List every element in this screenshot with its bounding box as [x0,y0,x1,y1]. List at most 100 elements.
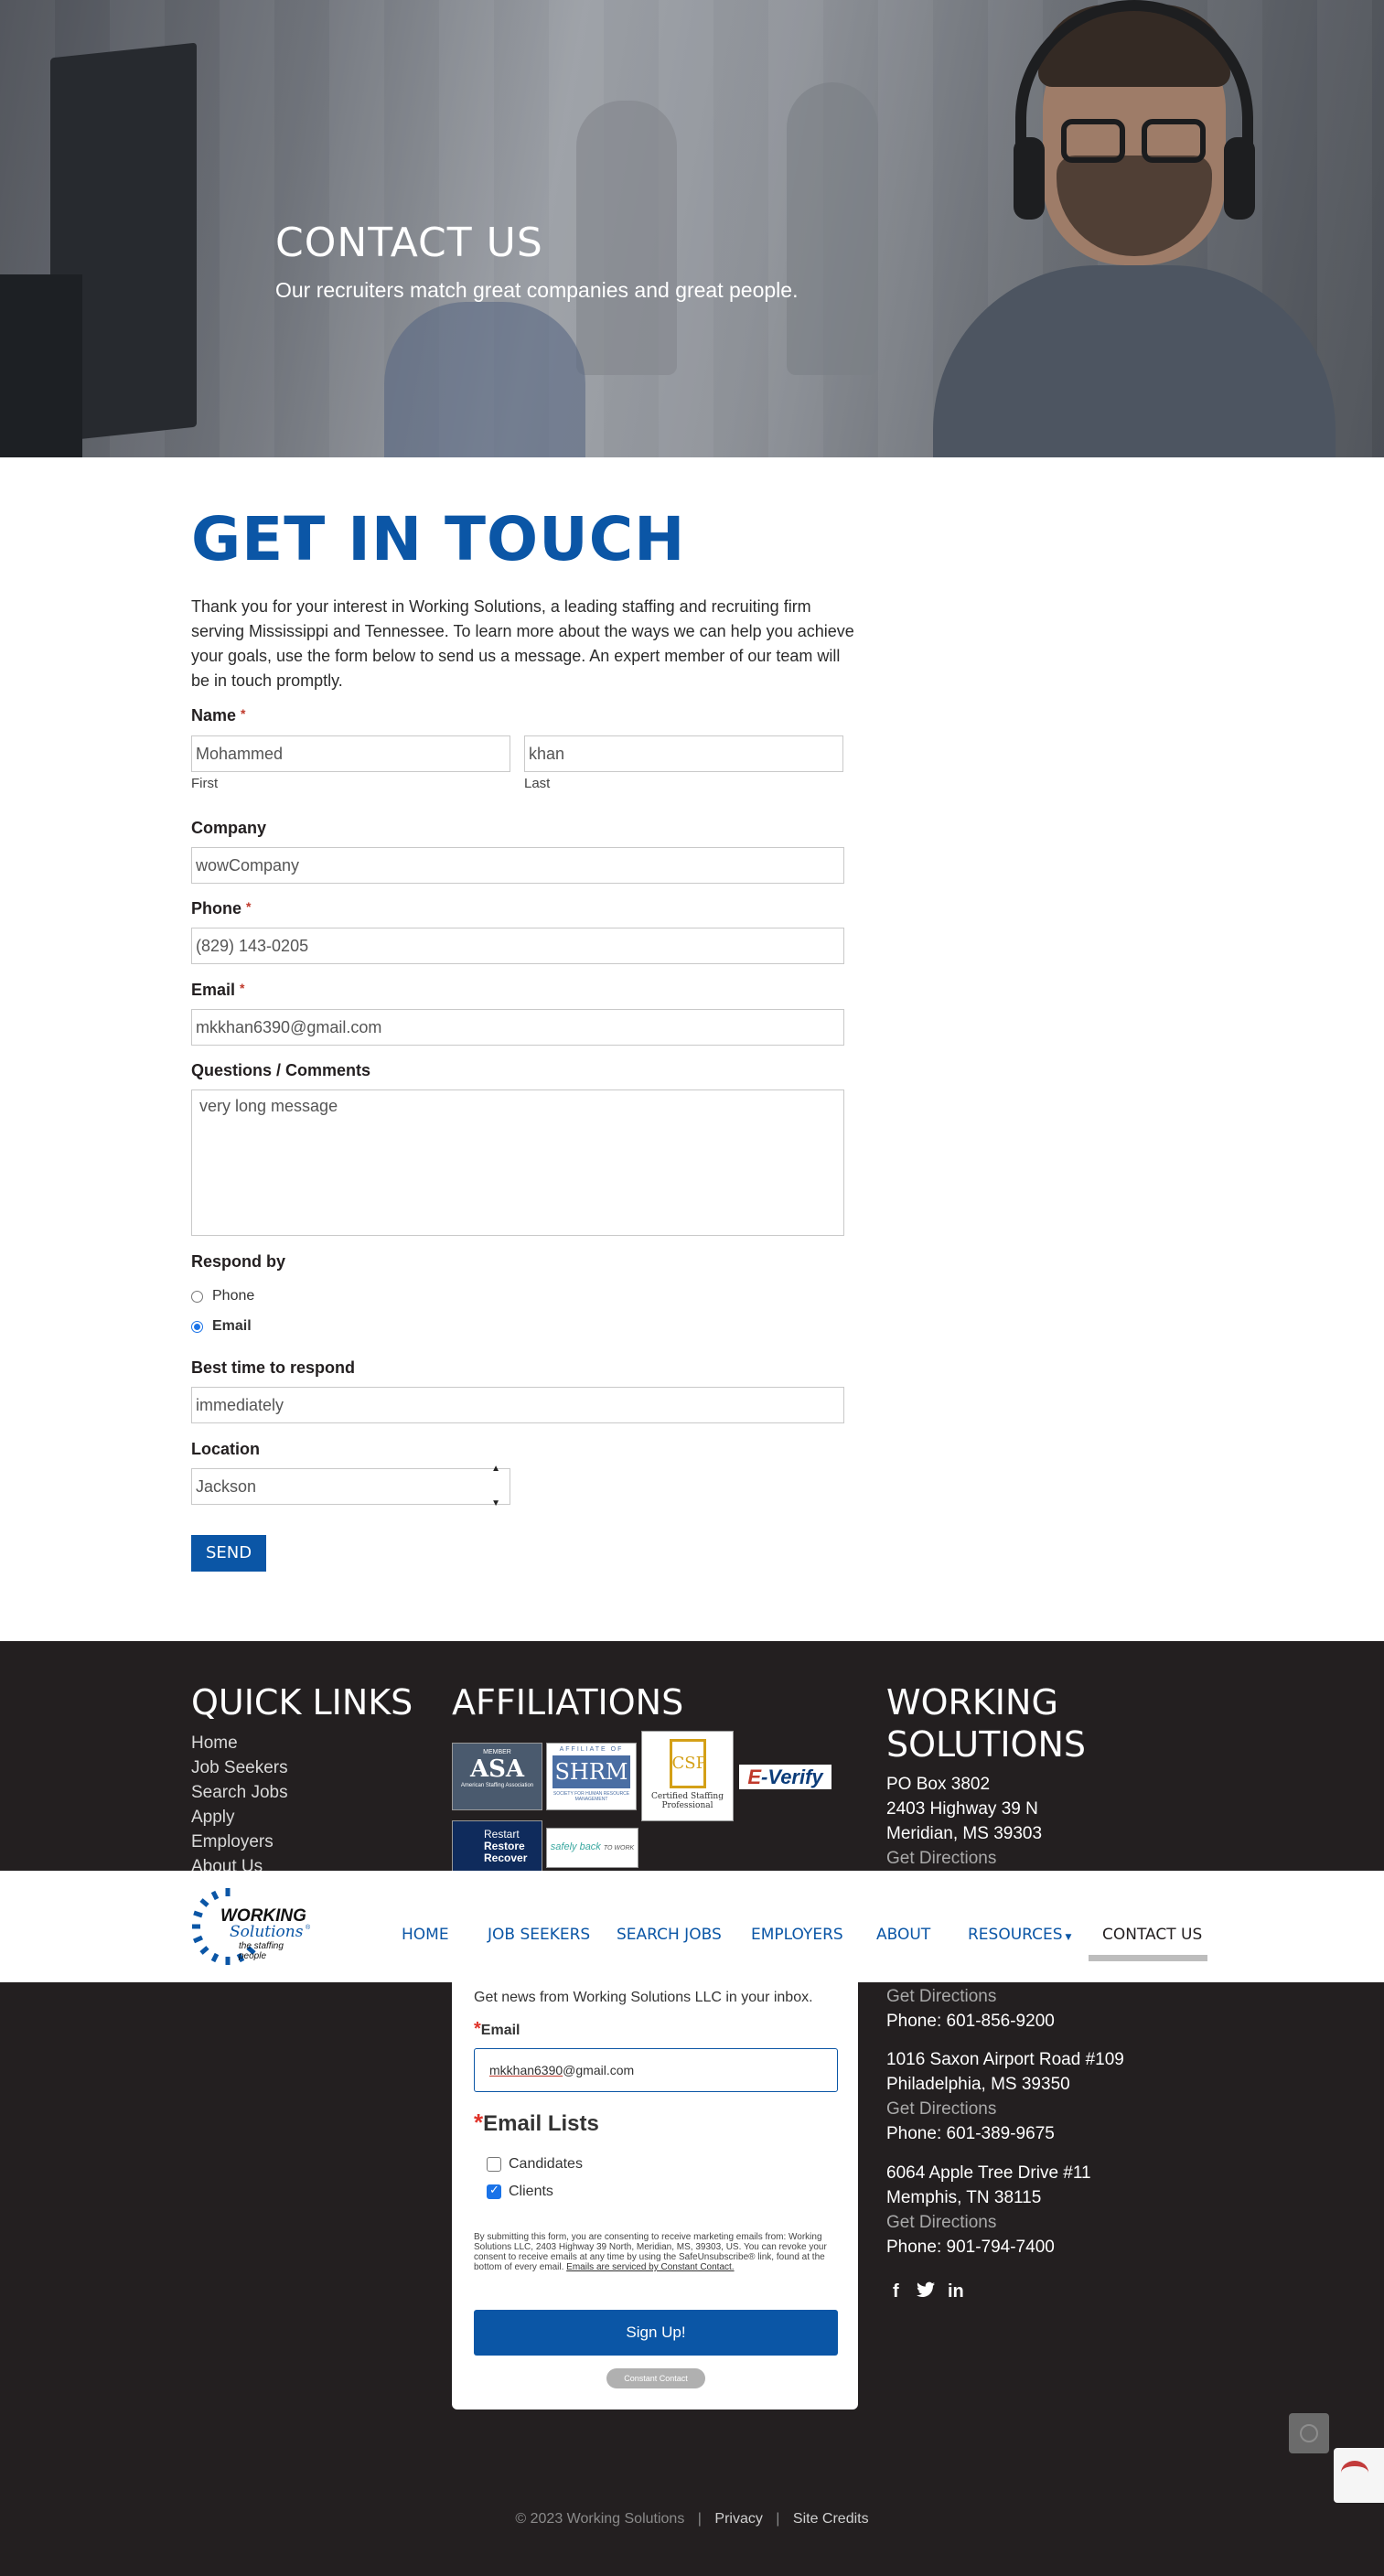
safely-back-to-work-logo[interactable]: safely back TO WORK [546,1828,638,1868]
address-city: Meridian, MS 39303 [886,1824,1043,1843]
nav-job-seekers[interactable]: JOB SEEKERS [488,1926,590,1944]
nav-about[interactable]: ABOUT [876,1926,930,1944]
affiliations-title: AFFILIATIONS [452,1682,684,1723]
radio-checked [191,1320,203,1333]
page-heading: GET IN TOUCH [191,504,686,574]
respond-by-label: Respond by [191,1252,286,1271]
best-time-label: Best time to respond [191,1358,356,1377]
company-field-group: Company wowCompany [191,819,844,884]
twitter-icon[interactable] [917,2281,935,2303]
linkedin-icon[interactable]: in [948,2281,964,2302]
required-asterisk: * [474,2109,484,2136]
sign-up-button[interactable]: Sign Up! [474,2310,838,2356]
last-name-sublabel: Last [524,776,551,791]
nav-home[interactable]: HOME [402,1926,449,1944]
company-title-line2: SOLUTIONS [886,1724,1086,1765]
list-candidates-checkbox[interactable]: Candidates [487,2156,583,2173]
footer-link-apply[interactable]: Apply [191,1808,235,1828]
select-arrows-icon: ▲ ▼ [491,1464,500,1508]
signup-intro: Get news from Working Solutions LLC in y… [474,1990,813,2005]
company-input[interactable]: wowCompany [191,847,844,884]
respond-phone-radio[interactable]: Phone [191,1288,285,1304]
signup-email-label: *Email [474,2019,520,2039]
address-memphis-city: Memphis, TN 38115 [886,2188,1042,2207]
contact-section: GET IN TOUCH Thank you for your interest… [191,457,868,1572]
intro-text: Thank you for your interest in Working S… [191,597,854,690]
asa-member-logo[interactable]: MEMBER ASA American Staffing Association [452,1743,542,1810]
email-field-group: Email * mkkhan6390@gmail.com [191,981,844,1046]
hero-subtitle: Our recruiters match great companies and… [275,278,799,302]
first-name-sublabel: First [191,776,219,791]
nav-contact-us[interactable]: CONTACT US [1102,1926,1202,1944]
respond-by-group: Respond by Phone Email [191,1252,285,1335]
footer-link-home[interactable]: Home [191,1733,238,1754]
last-name-input[interactable]: khan [524,735,843,772]
last-name-group: khan Last [524,735,843,791]
location-group: Location Jackson ▲ ▼ [191,1440,510,1508]
nav-search-jobs[interactable]: SEARCH JOBS [617,1926,722,1944]
footer-link-search-jobs[interactable]: Search Jobs [191,1783,288,1803]
address-memphis-street: 6064 Apple Tree Drive #11 [886,2163,1091,2183]
get-directions-link-meridian[interactable]: Get Directions [886,1846,996,1871]
shrm-affiliate-logo[interactable]: AFFILIATE OF SHRM SOCIETY FOR HUMAN RESO… [546,1743,637,1810]
copyright-bar: © 2023 Working Solutions | Privacy | Sit… [0,2511,1384,2528]
scroll-to-top-button[interactable] [1289,2413,1329,2453]
nav-employers[interactable]: EMPLOYERS [751,1926,843,1944]
email-lists-label: *Email Lists [474,2109,599,2136]
restart-restore-recover-logo[interactable]: Restart Restore Recover [452,1820,542,1873]
email-label: Email * [191,981,245,999]
csp-certified-logo[interactable]: CSP Certified Staffing Professional [641,1731,734,1821]
location-select[interactable]: Jackson ▲ ▼ [191,1464,510,1508]
e-verify-logo[interactable]: E-Verify [739,1765,831,1789]
facebook-icon[interactable]: f [893,2281,899,2302]
location-label: Location [191,1440,260,1458]
footer-link-job-seekers[interactable]: Job Seekers [191,1758,288,1778]
recaptcha-badge[interactable] [1334,2448,1384,2503]
respond-email-radio[interactable]: Email [191,1318,285,1335]
list-clients-checkbox[interactable]: Clients [487,2183,553,2200]
hero-title: CONTACT US [275,220,543,266]
phone-input[interactable]: (829) 143-0205 [191,928,844,964]
nav-resources[interactable]: RESOURCES ▼ [968,1926,1071,1944]
sticky-navbar: WORKING Solutions ® the staffing people … [0,1871,1384,1982]
checkbox-unchecked [487,2157,501,2172]
site-credits-link[interactable]: Site Credits [793,2511,869,2527]
get-directions-link-philadelphia[interactable]: Get Directions [886,2097,996,2121]
signup-email-input[interactable]: mkkhan6390@gmail.com [474,2048,838,2092]
company-title-line1: WORKING [886,1682,1058,1723]
working-solutions-logo[interactable]: WORKING Solutions ® the staffing people [191,1885,310,1968]
send-button[interactable]: SEND [191,1535,267,1572]
constant-contact-badge[interactable]: Constant Contact [606,2368,705,2388]
hero-overlay [0,0,1384,457]
privacy-link[interactable]: Privacy [714,2511,762,2527]
separator: | [697,2511,702,2527]
address-philadelphia-city: Philadelphia, MS 39350 [886,2075,1070,2094]
phone-memphis: Phone: 901-794-7400 [886,2238,1055,2257]
address-po-box: PO Box 3802 [886,1775,991,1794]
caret-down-icon: ▼ [1065,1933,1072,1942]
company-label: Company [191,819,267,837]
comments-textarea[interactable]: very long message [191,1089,844,1236]
phone-field-group: Phone * (829) 143-0205 [191,899,844,964]
radio-unchecked [191,1290,203,1303]
get-directions-link-2[interactable]: Get Directions [886,1984,996,2009]
name-field-group: Name * [191,706,245,725]
comments-label: Questions / Comments [191,1061,371,1079]
constant-contact-link[interactable]: Emails are serviced by Constant Contact. [566,2262,734,2272]
first-name-group: Mohammed First [191,735,510,791]
name-label: Name * [191,706,246,724]
email-input[interactable]: mkkhan6390@gmail.com [191,1009,844,1046]
get-directions-link-memphis[interactable]: Get Directions [886,2210,996,2235]
nav-active-underline [1089,1955,1207,1961]
best-time-input[interactable]: immediately [191,1387,844,1423]
phone-location-1: Phone: 601-856-9200 [886,2012,1055,2031]
quick-links-title: QUICK LINKS [191,1682,413,1723]
copyright-text: © 2023 Working Solutions [515,2511,685,2527]
phone-label: Phone * [191,899,252,918]
address-street: 2403 Highway 39 N [886,1799,1038,1819]
hero-banner: CONTACT US Our recruiters match great co… [0,0,1384,457]
footer-link-employers[interactable]: Employers [191,1832,274,1852]
first-name-input[interactable]: Mohammed [191,735,510,772]
comments-field-group: Questions / Comments very long message [191,1061,844,1236]
address-philadelphia-street: 1016 Saxon Airport Road #109 [886,2050,1124,2069]
